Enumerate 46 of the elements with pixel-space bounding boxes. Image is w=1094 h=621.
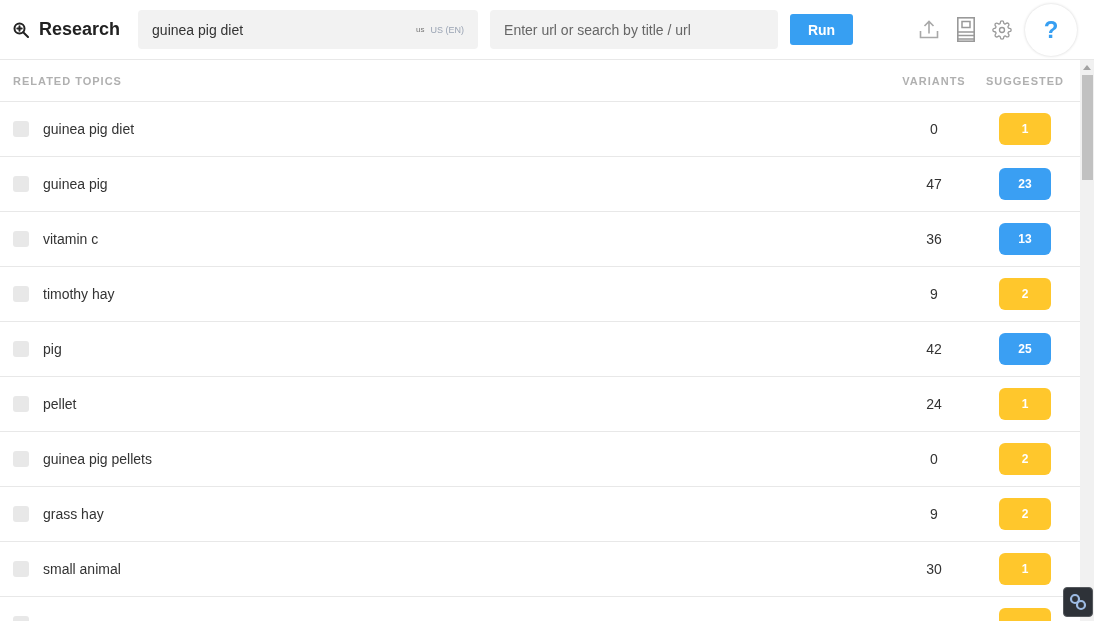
settings-icon[interactable] <box>992 19 1012 40</box>
upload-icon[interactable] <box>919 20 939 39</box>
suggestion-badge[interactable]: 1 <box>999 553 1051 585</box>
topic-label: vitamin c <box>43 231 99 247</box>
variant-count: 36 <box>926 231 942 247</box>
zoom-in-icon <box>13 21 29 38</box>
document-icon[interactable] <box>957 17 975 42</box>
topic-label: pellet <box>43 396 77 412</box>
scroll-up-arrow-icon[interactable] <box>1083 65 1091 70</box>
suggestion-badge[interactable]: 13 <box>999 223 1051 255</box>
variant-count: 47 <box>926 176 942 192</box>
run-button[interactable]: Run <box>790 14 854 45</box>
scrollbar[interactable] <box>1080 60 1094 621</box>
variant-count: 9 <box>930 286 938 302</box>
region-code-label: us <box>416 25 425 34</box>
column-header: VARIANTS <box>902 74 966 87</box>
variant-count: 30 <box>926 561 942 577</box>
variant-count: 9 <box>930 506 938 522</box>
topic-label: guinea pig diet <box>43 121 135 137</box>
suggestion-badge[interactable]: 2 <box>999 498 1051 530</box>
suggestion-badge[interactable]: 2 <box>999 278 1051 310</box>
page-title: Research <box>39 19 121 40</box>
chain-link-icon <box>1069 593 1087 611</box>
suggestion-badge[interactable]: 23 <box>999 168 1051 200</box>
topic-label: guinea pig <box>43 176 108 192</box>
topic-label: pig <box>43 341 62 357</box>
scrollbar-thumb[interactable] <box>1081 75 1093 180</box>
topic-label: grass hay <box>43 506 104 522</box>
search-field[interactable]: guinea pig diet us US (EN) <box>138 10 479 49</box>
region-label[interactable]: US (EN) <box>430 24 465 35</box>
suggestion-badge[interactable]: 1 <box>999 388 1051 420</box>
topic-label: timothy hay <box>43 286 115 302</box>
suggestion-badge[interactable]: 25 <box>999 333 1051 365</box>
suggestion-badge[interactable]: 1 <box>999 113 1051 145</box>
help-button[interactable]: ? <box>1025 3 1077 56</box>
variant-count: 24 <box>926 396 942 412</box>
column-header: RELATED TOPICS <box>13 74 123 87</box>
topic-label: guinea pig pellets <box>43 451 152 467</box>
variant-count: 42 <box>926 341 942 357</box>
topic-label: small animal <box>43 561 121 577</box>
url-field[interactable]: Enter url or search by title / url <box>490 10 779 49</box>
link-button[interactable] <box>1063 587 1093 617</box>
suggestion-badge[interactable]: 2 <box>999 443 1051 475</box>
variant-count: 0 <box>930 451 938 467</box>
column-header: SUGGESTED <box>985 74 1065 87</box>
variant-count: 0 <box>930 121 938 137</box>
